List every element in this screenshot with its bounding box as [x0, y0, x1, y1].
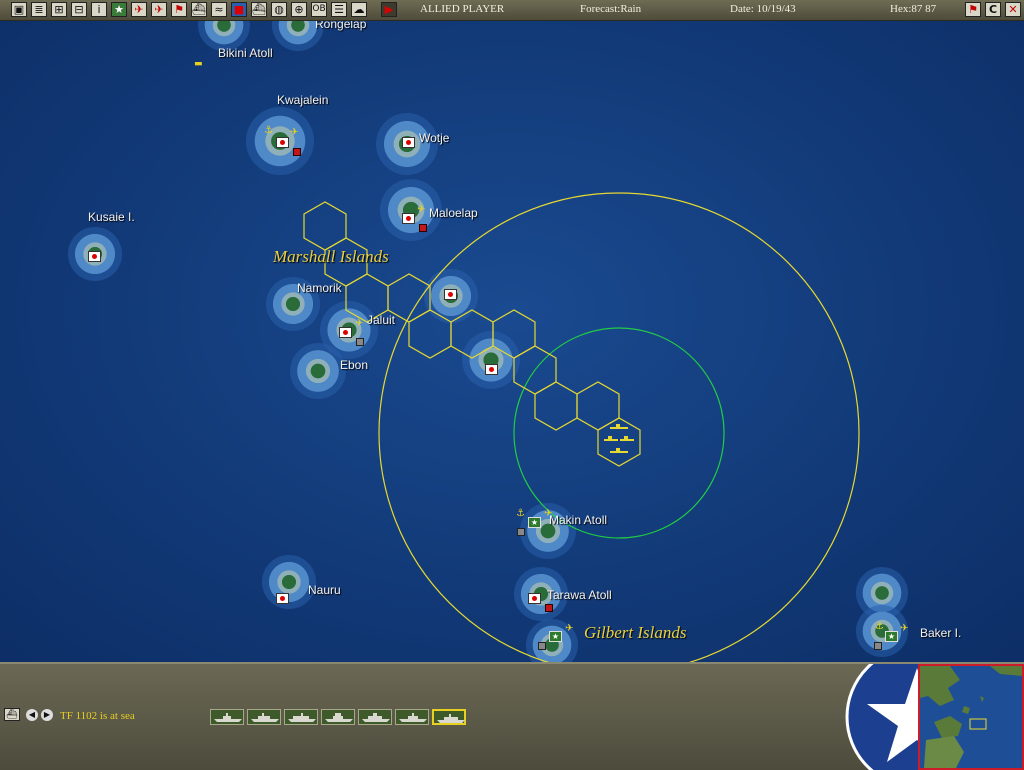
globe-icon[interactable]: ◍	[271, 2, 287, 17]
ship-class-button-selected[interactable]	[432, 709, 466, 725]
location-label[interactable]: Rongelap	[315, 21, 366, 31]
ship-icon[interactable]: ⛴	[191, 2, 207, 17]
status-text: TF 1102 is at sea	[60, 710, 135, 722]
region-label: Marshall Islands	[273, 247, 389, 266]
path-hex	[450, 309, 494, 359]
ship-class-button[interactable]	[247, 709, 281, 725]
ship-class-button[interactable]	[358, 709, 392, 725]
japanese-base-flag-icon[interactable]	[485, 364, 498, 375]
date-label: Date: 10/19/43	[730, 3, 796, 15]
center-icon[interactable]: ⊕	[291, 2, 307, 17]
base-supply-icon	[356, 338, 364, 346]
plane-icon[interactable]: ✈	[151, 2, 167, 17]
task-force-icon[interactable]: ⛴	[4, 708, 20, 721]
c-label: C	[988, 3, 998, 16]
anchor-icon: ⚓	[516, 508, 525, 519]
color-icon[interactable]: ■	[231, 2, 247, 17]
minimap-viewport[interactable]	[969, 718, 987, 730]
star-icon[interactable]: ★	[111, 2, 127, 17]
save-icon[interactable]: ▣	[11, 2, 27, 17]
location-label[interactable]: Namorik	[297, 281, 342, 295]
jp-flag-icon[interactable]: ⚑	[965, 2, 981, 17]
base-supply-icon	[517, 528, 525, 536]
prev-arrow-icon[interactable]: ◀	[26, 709, 38, 721]
hex-label: Hex:87 87	[890, 3, 937, 15]
tf-icon[interactable]: ⊟	[71, 2, 87, 17]
ship-class-button[interactable]	[321, 709, 355, 725]
base-supply-icon	[874, 642, 882, 650]
range-circle-inner	[513, 327, 725, 539]
ob-label: OB	[312, 4, 326, 14]
task-force-ships-icon	[604, 424, 634, 453]
location-label[interactable]: Maloelap	[429, 206, 478, 220]
japanese-base-flag-icon[interactable]	[402, 137, 415, 148]
japanese-base-flag-icon[interactable]	[444, 289, 457, 300]
region-label: Gilbert Islands	[584, 623, 687, 642]
location-label[interactable]: Tarawa Atoll	[547, 588, 612, 602]
location-label[interactable]: Kwajalein	[277, 93, 328, 107]
group-icon[interactable]: ⊞	[51, 2, 67, 17]
japanese-base-flag-icon[interactable]	[528, 593, 541, 604]
location-label[interactable]: Makin Atoll	[549, 513, 607, 527]
location-label[interactable]: Baker I.	[920, 626, 961, 640]
anchor-icon: ⚓	[875, 621, 884, 632]
info-icon[interactable]: i	[91, 2, 107, 17]
route-icon[interactable]: ≈	[211, 2, 227, 17]
allied-base-flag-icon[interactable]: ★	[549, 631, 562, 642]
report-icon[interactable]: ≣	[31, 2, 47, 17]
next-arrow-icon[interactable]: ▶	[41, 709, 53, 721]
base-supply-icon	[419, 224, 427, 232]
allied-base-flag-icon[interactable]: ★	[528, 517, 541, 528]
anchor-icon: ⚓	[264, 125, 273, 136]
location-label[interactable]: Jaluit	[367, 313, 395, 327]
c-icon[interactable]: C	[985, 2, 1001, 17]
japanese-base-flag-icon[interactable]	[276, 137, 289, 148]
map-view[interactable]: ⚓ ✈ ✈ ✈ ★ ⚓ ✈ ★ ✈ ★ ⚓ ✈ ▬ Rongelap Bikin…	[0, 21, 1024, 662]
japanese-base-flag-icon[interactable]	[276, 593, 289, 604]
base-supply-icon	[293, 148, 301, 156]
location-label[interactable]: Nauru	[308, 583, 341, 597]
path-hex	[303, 201, 347, 251]
flag-icon[interactable]: ⚑	[171, 2, 187, 17]
airfield-icon: ✈	[900, 623, 909, 634]
ship-class-button[interactable]	[395, 709, 429, 725]
path-hex	[492, 309, 536, 359]
end-turn-icon[interactable]: ▶	[381, 2, 397, 17]
movement-hex-path	[303, 201, 641, 467]
air-icon[interactable]: ✈	[131, 2, 147, 17]
base-supply-icon	[545, 604, 553, 612]
path-hex	[576, 381, 620, 431]
ship-class-button[interactable]	[210, 709, 244, 725]
airfield-icon: ✈	[290, 127, 299, 138]
japanese-base-flag-icon[interactable]	[402, 213, 415, 224]
location-label[interactable]: Kusaie I.	[88, 210, 135, 224]
japanese-base-flag-icon[interactable]	[339, 327, 352, 338]
bottom-panel: ⛴ ◀ ▶ TF 1102 is at sea	[0, 662, 1024, 770]
top-toolbar: ▣ ≣ ⊞ ⊟ i ★ ✈ ✈ ⚑ ⛴ ≈ ■ ⛴ ◍ ⊕ OB ☰ ☁ ▶ A…	[0, 0, 1024, 21]
weather-icon[interactable]: ☁	[351, 2, 367, 17]
player-label: ALLIED PLAYER	[420, 3, 505, 15]
airfield-icon: ✈	[355, 318, 364, 329]
japanese-base-flag-icon[interactable]	[88, 251, 101, 262]
location-label[interactable]: Wotje	[419, 131, 449, 145]
base-supply-icon	[538, 642, 546, 650]
allied-base-flag-icon[interactable]: ★	[885, 631, 898, 642]
list-icon[interactable]: ☰	[331, 2, 347, 17]
exit-icon[interactable]: ✕	[1005, 2, 1021, 17]
map-overlay	[303, 192, 860, 662]
ship-marker-icon[interactable]: ▬	[194, 59, 203, 69]
location-label[interactable]: Ebon	[340, 358, 368, 372]
airfield-icon: ✈	[417, 204, 426, 215]
minimap[interactable]	[918, 664, 1024, 770]
base-icon[interactable]: ⛴	[251, 2, 267, 17]
path-hex	[408, 309, 452, 359]
ob-icon[interactable]: OB	[311, 2, 327, 17]
path-hex	[534, 381, 578, 431]
ship-class-button[interactable]	[284, 709, 318, 725]
location-label[interactable]: Bikini Atoll	[218, 46, 273, 60]
forecast-label: Forecast:Rain	[580, 3, 642, 15]
airfield-icon: ✈	[565, 623, 574, 634]
